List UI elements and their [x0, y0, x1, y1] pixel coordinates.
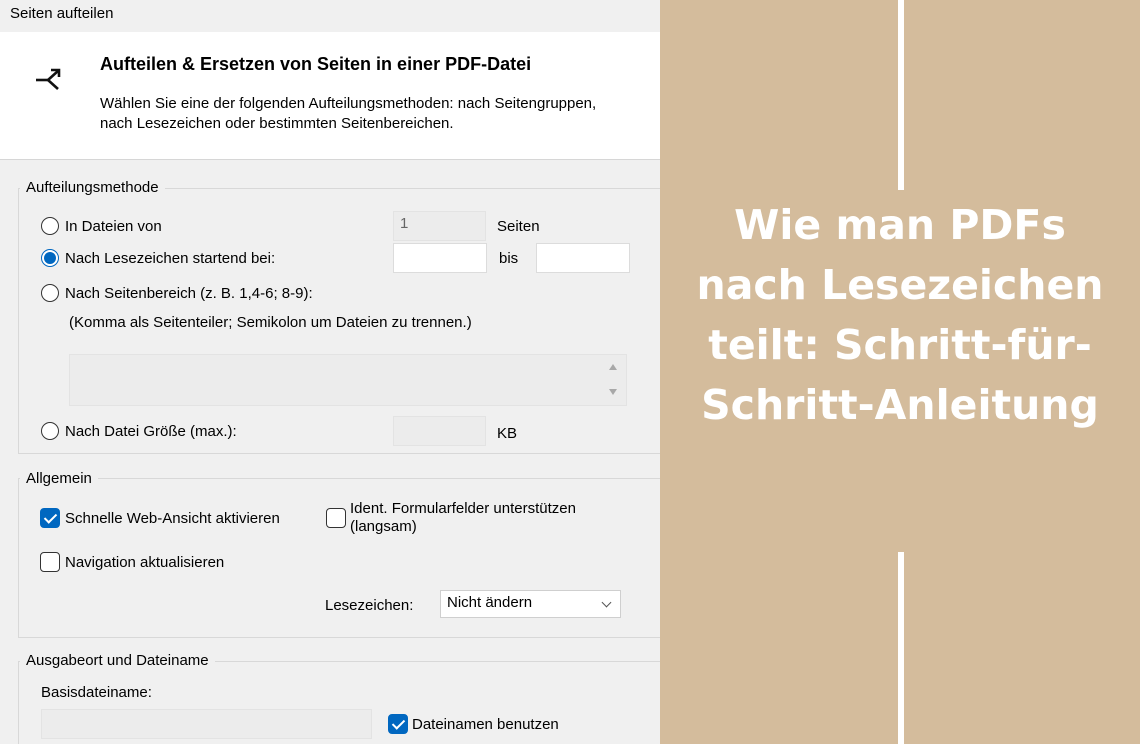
radio-by-file-size[interactable]	[41, 422, 59, 440]
pages-count-field[interactable]: 1	[393, 211, 486, 241]
divider-line-top	[898, 0, 904, 190]
radio-in-files-of[interactable]	[41, 217, 59, 235]
radio-by-bookmark[interactable]	[41, 249, 59, 267]
update-navigation-label[interactable]: Navigation aktualisieren	[65, 554, 224, 571]
description-line-1: Wählen Sie eine der folgenden Aufteilung…	[100, 95, 597, 112]
page-range-textarea[interactable]	[69, 354, 627, 406]
dialog-description: Wählen Sie eine der folgenden Aufteilung…	[100, 94, 660, 134]
pages-unit-label: Seiten	[497, 218, 540, 235]
description-line-2: nach Lesezeichen oder bestimmten Seitenb…	[100, 115, 454, 132]
dialog-titlebar: Seiten aufteilen	[0, 0, 660, 32]
article-title: Wie man PDFs nach Lesezeichen teilt: Sch…	[696, 201, 1104, 429]
file-size-unit-label: KB	[497, 425, 518, 442]
chevron-down-icon	[601, 597, 612, 608]
split-pages-dialog: Seiten aufteilen Aufteilen & Ersetzen vo…	[0, 0, 660, 744]
divider-line-bottom	[898, 552, 904, 744]
page-range-hint: (Komma als Seitenteiler; Semikolon um Da…	[69, 314, 472, 331]
radio-by-page-range[interactable]	[41, 284, 59, 302]
bookmarks-label: Lesezeichen:	[325, 597, 414, 614]
output-group-title: Ausgabeort und Dateiname	[20, 652, 215, 669]
radio-by-bookmark-label[interactable]: Nach Lesezeichen startend bei:	[65, 250, 275, 267]
general-group-title: Allgemein	[20, 470, 98, 487]
split-method-group-title: Aufteilungsmethode	[20, 179, 165, 196]
split-arrow-icon	[36, 68, 61, 90]
base-filename-field[interactable]	[41, 709, 372, 739]
file-size-field[interactable]	[393, 416, 486, 446]
bookmark-to-label: bis	[499, 250, 519, 267]
base-filename-label: Basisdateiname:	[41, 684, 152, 701]
scroll-up-icon[interactable]	[609, 364, 617, 370]
dialog-header: Aufteilen & Ersetzen von Seiten in einer…	[0, 32, 660, 160]
form-fields-label-line-1: Ident. Formularfelder unterstützen	[350, 500, 576, 517]
form-fields-label[interactable]: Ident. Formularfelder unterstützen (lang…	[350, 500, 576, 536]
bookmark-to-field[interactable]	[536, 243, 630, 273]
dialog-heading: Aufteilen & Ersetzen von Seiten in einer…	[100, 54, 532, 74]
form-fields-checkbox[interactable]	[326, 508, 346, 528]
form-fields-label-line-2: (langsam)	[350, 518, 417, 535]
radio-in-files-of-label[interactable]: In Dateien von	[65, 218, 162, 235]
fast-web-view-label[interactable]: Schnelle Web-Ansicht aktivieren	[65, 510, 280, 527]
bookmarks-select[interactable]: Nicht ändern	[440, 590, 621, 618]
fast-web-view-checkbox[interactable]	[40, 508, 60, 528]
radio-by-file-size-label[interactable]: Nach Datei Größe (max.):	[65, 423, 237, 440]
use-filename-checkbox[interactable]	[388, 714, 408, 734]
bookmark-from-field[interactable]	[393, 243, 487, 273]
bookmarks-selected-value: Nicht ändern	[447, 594, 533, 611]
update-navigation-checkbox[interactable]	[40, 552, 60, 572]
dialog-title: Seiten aufteilen	[10, 5, 114, 22]
radio-by-page-range-label[interactable]: Nach Seitenbereich (z. B. 1,4-6; 8-9):	[65, 285, 313, 302]
scroll-down-icon[interactable]	[609, 389, 617, 395]
use-filename-label[interactable]: Dateinamen benutzen	[412, 716, 559, 733]
